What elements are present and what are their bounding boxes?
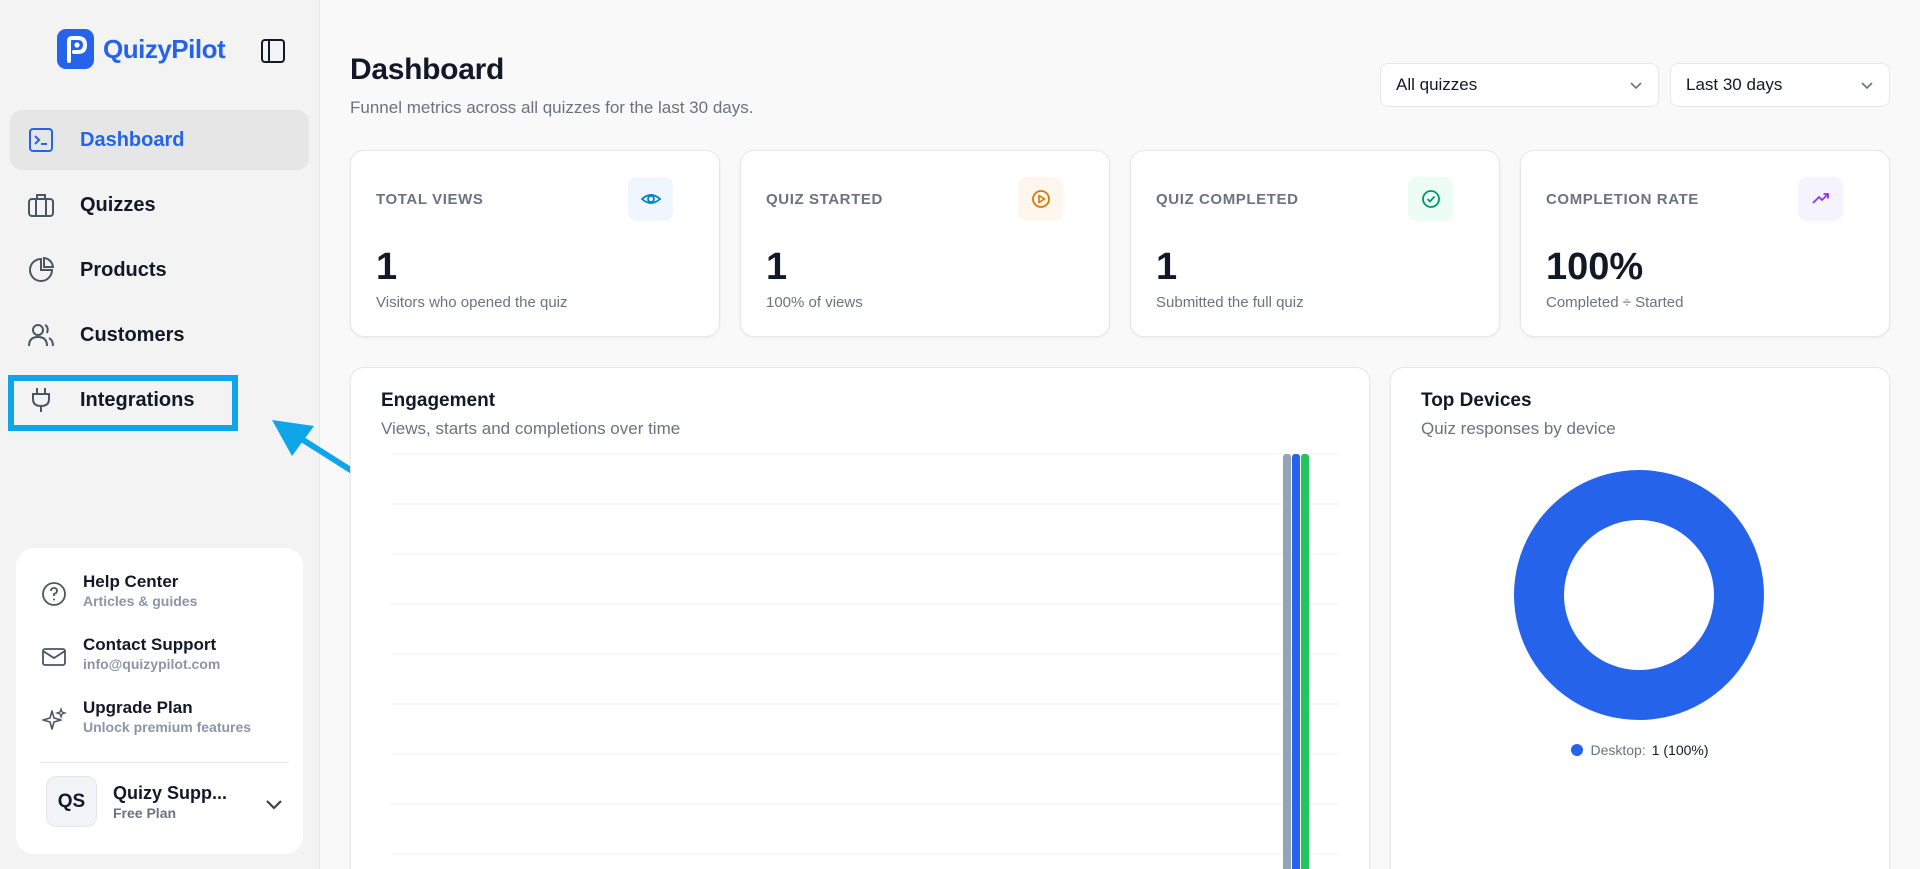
eye-icon <box>628 177 673 221</box>
brand-logo-icon <box>57 29 94 69</box>
stat-value: 100% <box>1546 246 1644 288</box>
panel-title: Top Devices <box>1421 390 1532 411</box>
sidebar-toggle-icon[interactable] <box>258 36 287 65</box>
pie-chart-icon <box>26 255 56 285</box>
sparkles-icon <box>40 706 68 734</box>
stat-value: 1 <box>1156 246 1178 288</box>
legend-label: Desktop: <box>1590 742 1646 758</box>
chevron-down-icon[interactable] <box>262 792 286 816</box>
help-item-subtitle: Unlock premium features <box>83 719 252 735</box>
account-name: Quizy Supp... <box>113 782 228 803</box>
donut-slice-desktop[interactable] <box>1513 470 1764 720</box>
quiz-filter-value: All quizzes <box>1396 75 1478 94</box>
play-circle-icon <box>1018 177 1063 221</box>
account-plan: Free Plan <box>113 804 177 821</box>
top-devices-panel: Top Devices Quiz responses by device Des… <box>1390 367 1890 869</box>
stat-card-total-views: TOTAL VIEWS 1 Visitors who opened the qu… <box>350 150 720 337</box>
engagement-panel: Engagement Views, starts and completions… <box>350 367 1370 869</box>
trending-up-icon <box>1798 177 1843 221</box>
engagement-chart <box>391 453 1339 869</box>
stat-label: QUIZ COMPLETED <box>1156 191 1299 208</box>
help-center-link[interactable]: Help Center Articles & guides <box>40 572 197 610</box>
page-title: Dashboard <box>350 53 504 86</box>
stat-label: QUIZ STARTED <box>766 191 883 208</box>
stat-label: COMPLETION RATE <box>1546 191 1699 208</box>
help-item-subtitle: info@quizypilot.com <box>83 656 221 672</box>
devices-donut-chart <box>1513 470 1764 720</box>
help-item-title: Contact Support <box>83 635 217 654</box>
legend-swatch <box>1571 744 1584 756</box>
sidebar-item-label: Dashboard <box>80 128 185 151</box>
brand-name: QuizyPilot <box>103 33 226 64</box>
terminal-icon <box>26 125 56 155</box>
date-range-value: Last 30 days <box>1686 75 1783 94</box>
stat-card-completion-rate: COMPLETION RATE 100% Completed ÷ Started <box>1520 150 1890 337</box>
chevron-down-icon <box>1861 82 1873 90</box>
stat-description: Completed ÷ Started <box>1546 294 1684 311</box>
stat-card-quiz-completed: QUIZ COMPLETED 1 Submitted the full quiz <box>1130 150 1500 337</box>
quiz-filter-select[interactable]: All quizzes <box>1380 63 1659 107</box>
upgrade-plan-link[interactable]: Upgrade Plan Unlock premium features <box>40 698 251 736</box>
divider <box>40 762 289 763</box>
integrations-highlight-box <box>8 375 238 431</box>
help-item-title: Help Center <box>83 572 179 591</box>
stat-value: 1 <box>376 246 398 288</box>
bar-series-3[interactable] <box>1301 454 1309 869</box>
sidebar-item-label: Products <box>80 258 167 281</box>
stat-card-quiz-started: QUIZ STARTED 1 100% of views <box>740 150 1110 337</box>
help-card: Help Center Articles & guides Contact Su… <box>16 548 303 854</box>
users-icon <box>26 320 56 350</box>
stat-value: 1 <box>766 246 788 288</box>
panel-subtitle: Quiz responses by device <box>1421 419 1616 438</box>
stat-description: 100% of views <box>766 294 863 311</box>
stat-label: TOTAL VIEWS <box>376 191 484 208</box>
mail-icon <box>40 643 68 671</box>
chart-legend: Desktop: 1 (100%) <box>1391 742 1889 758</box>
contact-support-link[interactable]: Contact Support info@quizypilot.com <box>40 635 220 673</box>
help-item-title: Upgrade Plan <box>83 698 193 717</box>
bar-series-2[interactable] <box>1292 454 1300 869</box>
sidebar-item-quizzes[interactable]: Quizzes <box>10 175 309 235</box>
briefcase-icon <box>26 190 56 220</box>
sidebar-item-label: Customers <box>80 323 185 346</box>
brand[interactable]: QuizyPilot <box>57 29 226 69</box>
check-circle-icon <box>1408 177 1453 221</box>
account-switcher[interactable]: QS Quizy Supp... Free Plan <box>46 776 286 827</box>
help-circle-icon <box>40 580 68 608</box>
page-subtitle: Funnel metrics across all quizzes for th… <box>350 98 754 117</box>
sidebar-item-label: Quizzes <box>80 193 156 216</box>
sidebar-item-products[interactable]: Products <box>10 240 309 300</box>
sidebar-item-customers[interactable]: Customers <box>10 305 309 365</box>
date-range-select[interactable]: Last 30 days <box>1670 63 1890 107</box>
chevron-down-icon <box>1630 82 1642 90</box>
sidebar-item-dashboard[interactable]: Dashboard <box>10 110 309 170</box>
stat-description: Visitors who opened the quiz <box>376 294 568 311</box>
bar-series-1[interactable] <box>1283 454 1291 869</box>
stat-description: Submitted the full quiz <box>1156 294 1304 311</box>
legend-value: 1 (100%) <box>1651 742 1709 758</box>
avatar: QS <box>46 776 97 827</box>
help-item-subtitle: Articles & guides <box>83 593 198 609</box>
